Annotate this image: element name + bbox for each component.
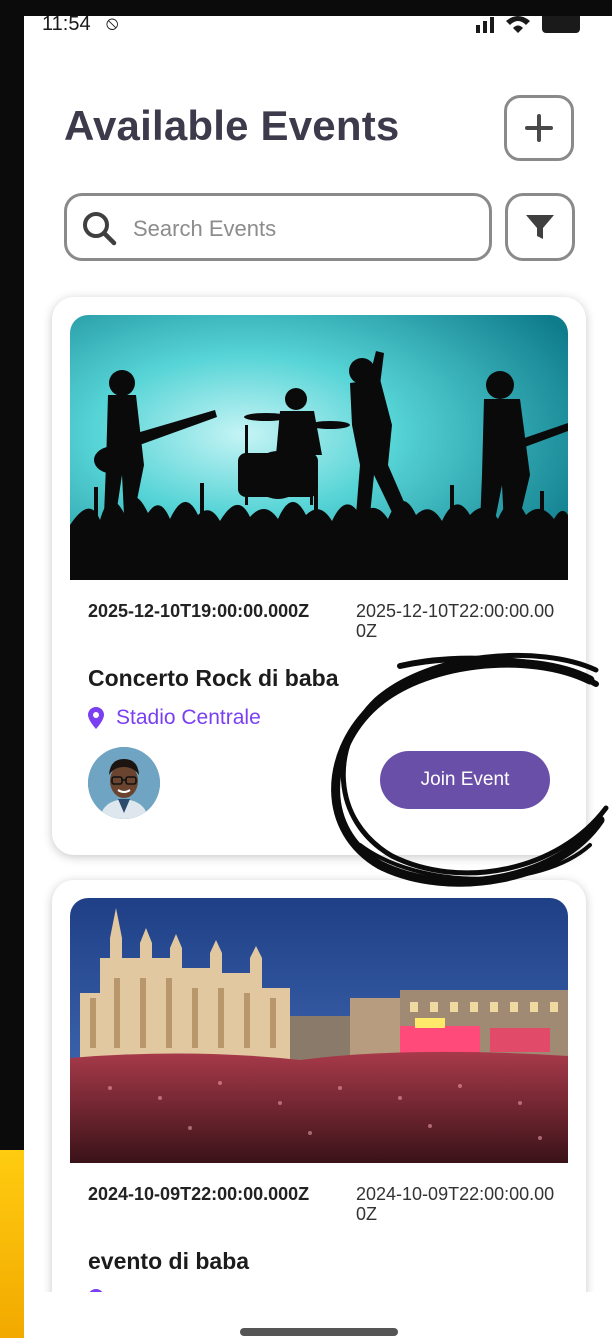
status-icons xyxy=(476,16,580,33)
filter-icon xyxy=(526,215,554,239)
home-gesture-pill[interactable] xyxy=(240,1328,398,1336)
event-location-label: Stadio Centrale xyxy=(116,706,261,729)
event-card[interactable]: 2024-10-09T22:00:00.000Z 2024-10-09T22:0… xyxy=(52,880,586,1338)
search-icon xyxy=(83,212,117,246)
join-event-button[interactable]: Join Event xyxy=(380,751,550,809)
add-event-button[interactable] xyxy=(504,95,574,161)
device-frame-left xyxy=(0,0,24,1338)
event-location[interactable]: Stadio Centrale xyxy=(88,706,261,730)
wifi-icon xyxy=(506,16,530,33)
event-title: evento di baba xyxy=(88,1248,250,1274)
location-pin-icon xyxy=(88,707,104,729)
status-bar: 11:54 ⦸ xyxy=(24,16,612,46)
device-frame-top xyxy=(0,0,612,16)
search-input[interactable]: Search Events xyxy=(64,193,492,261)
status-time: 11:54 xyxy=(42,16,91,35)
battery-icon xyxy=(542,16,580,33)
search-placeholder: Search Events xyxy=(133,216,277,241)
page-title: Available Events xyxy=(64,102,400,149)
milan-cathedral-crowd-image xyxy=(70,898,568,1163)
event-start-time: 2025-12-10T19:00:00.000Z xyxy=(88,601,310,621)
alarm-off-icon: ⦸ xyxy=(106,16,119,34)
filter-button[interactable] xyxy=(505,193,575,261)
organizer-avatar[interactable] xyxy=(88,747,160,819)
plus-icon xyxy=(525,114,553,142)
event-start-time: 2024-10-09T22:00:00.000Z xyxy=(88,1184,310,1204)
event-title: Concerto Rock di baba xyxy=(88,665,339,691)
background-accent xyxy=(0,1150,24,1338)
app-screen: 11:54 ⦸ Available Events Search Events 2… xyxy=(24,16,612,1338)
rock-concert-silhouette-image xyxy=(70,315,568,580)
event-end-time: 2025-12-10T22:00:00.000Z xyxy=(356,601,555,641)
event-card[interactable]: 2025-12-10T19:00:00.000Z 2025-12-10T22:0… xyxy=(52,297,586,855)
event-end-time: 2024-10-09T22:00:00.000Z xyxy=(356,1184,555,1224)
signal-icon xyxy=(476,17,494,33)
